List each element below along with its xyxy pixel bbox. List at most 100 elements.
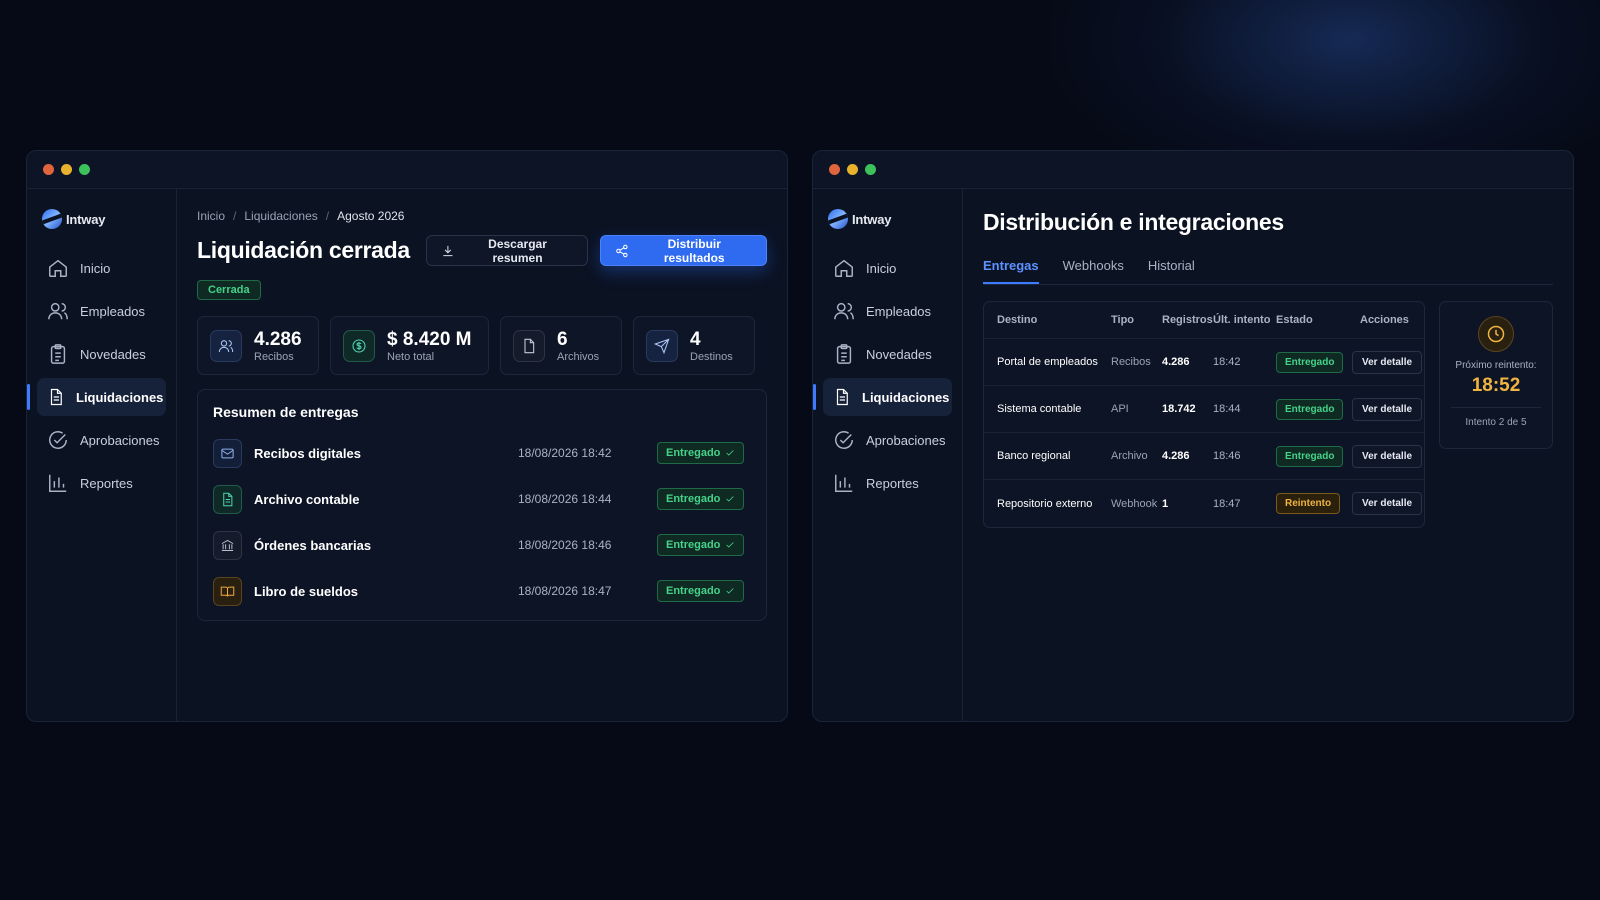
sidebar-item-liquidaciones[interactable]: Liquidaciones [27, 378, 166, 416]
delivery-row[interactable]: Órdenes bancarias 18/08/2026 18:46 Entre… [213, 522, 751, 568]
status-badge: Entregado [657, 488, 745, 510]
status-badge: Entregado [657, 534, 745, 556]
check-circle-icon [835, 431, 853, 449]
users-icon [48, 302, 68, 320]
status-text: Entregado [666, 539, 721, 551]
sidebar-item-reportes[interactable]: Reportes [823, 464, 952, 502]
breadcrumb-separator: / [325, 209, 330, 223]
bank-icon [221, 539, 234, 551]
sidebar-item-label: Inicio [866, 260, 897, 276]
brand-logo[interactable]: Intway [37, 209, 166, 229]
tab-entregas[interactable]: Entregas [983, 258, 1039, 284]
cell-tipo: Archivo [1111, 450, 1148, 462]
stat-destinos: 4 Destinos [633, 316, 755, 375]
tabs: Entregas Webhooks Historial [983, 258, 1553, 285]
retry-attempt: Intento 2 de 5 [1465, 417, 1527, 428]
status-text: Entregado [666, 493, 721, 505]
delivery-row[interactable]: Recibos digitales 18/08/2026 18:42 Entre… [213, 430, 751, 476]
next-retry-card: Próximo reintento: 18:52 Intento 2 de 5 [1439, 301, 1553, 449]
maximize-window-button[interactable] [865, 164, 876, 175]
delivery-name: Órdenes bancarias [254, 537, 372, 553]
sidebar-item-novedades[interactable]: Novedades [823, 335, 952, 373]
sidebar-item-label: Novedades [80, 346, 146, 362]
status-badge: Entregado [1276, 398, 1344, 420]
titlebar [27, 151, 787, 189]
close-window-button[interactable] [43, 164, 54, 175]
file-icon [524, 338, 535, 353]
clock-icon [1487, 325, 1505, 343]
home-icon [835, 259, 853, 277]
titlebar [813, 151, 1573, 189]
cell-registros: 4.286 [1162, 450, 1190, 462]
document-icon [50, 388, 62, 406]
page-title: Liquidación cerrada [197, 237, 410, 263]
brand-name: Intway [66, 211, 106, 227]
sidebar-item-empleados[interactable]: Empleados [823, 292, 952, 330]
sidebar: Intway Inicio Empleados Novedades Liquid… [27, 189, 177, 721]
status-text: Entregado [666, 585, 721, 597]
view-detail-button[interactable]: Ver detalle [1352, 492, 1423, 515]
breadcrumb: Inicio / Liquidaciones / Agosto 2026 [197, 209, 767, 223]
window-liquidacion: Intway Inicio Empleados Novedades Liquid… [26, 150, 788, 722]
sidebar-item-empleados[interactable]: Empleados [37, 292, 166, 330]
tab-webhooks[interactable]: Webhooks [1063, 258, 1124, 284]
sidebar-item-novedades[interactable]: Novedades [37, 335, 166, 373]
delivery-row[interactable]: Libro de sueldos 18/08/2026 18:47 Entreg… [213, 568, 751, 614]
book-icon [220, 586, 235, 597]
breadcrumb-liquidaciones[interactable]: Liquidaciones [244, 209, 317, 223]
breadcrumb-separator: / [233, 209, 237, 223]
table-row: Repositorio externo Webhook 1 18:47 Rein… [984, 480, 1424, 527]
check-icon [726, 542, 735, 548]
users-icon [834, 302, 854, 320]
brand-logo[interactable]: Intway [823, 209, 952, 229]
deliveries-panel: Resumen de entregas Recibos digitales 18… [197, 389, 767, 621]
sidebar: Intway Inicio Empleados Novedades Liquid… [813, 189, 963, 721]
dollar-icon [352, 338, 366, 353]
maximize-window-button[interactable] [79, 164, 90, 175]
close-window-button[interactable] [829, 164, 840, 175]
view-detail-button[interactable]: Ver detalle [1352, 444, 1423, 468]
column-header: Tipo [1111, 314, 1135, 326]
delivery-row[interactable]: Archivo contable 18/08/2026 18:44 Entreg… [213, 476, 751, 522]
cell-intento: 18:47 [1213, 497, 1241, 510]
sidebar-item-inicio[interactable]: Inicio [37, 249, 166, 287]
logo-icon [42, 209, 62, 229]
stat-value: 6 [557, 328, 568, 350]
cell-intento: 18:46 [1213, 450, 1241, 462]
retry-label: Próximo reintento: [1455, 360, 1537, 371]
distribute-results-label: Distribuir resultados [663, 236, 725, 265]
sidebar-item-reportes[interactable]: Reportes [37, 464, 166, 502]
stat-label: Destinos [690, 350, 733, 363]
sidebar-item-label: Novedades [866, 346, 932, 362]
view-detail-button[interactable]: Ver detalle [1352, 350, 1423, 374]
column-header: Últ. intento [1213, 314, 1271, 326]
stat-neto-total: $ 8.420 M Neto total [330, 316, 489, 375]
home-icon [49, 259, 67, 277]
sidebar-item-inicio[interactable]: Inicio [823, 249, 952, 287]
window-distribucion: Intway Inicio Empleados Novedades Liquid… [812, 150, 1574, 722]
breadcrumb-inicio[interactable]: Inicio [197, 209, 225, 223]
sidebar-item-liquidaciones[interactable]: Liquidaciones [813, 378, 952, 416]
brand-name: Intway [852, 211, 892, 227]
view-detail-button[interactable]: Ver detalle [1352, 397, 1423, 421]
cell-registros: 1 [1162, 497, 1169, 510]
tab-historial[interactable]: Historial [1148, 258, 1195, 284]
sidebar-item-aprobaciones[interactable]: Aprobaciones [823, 421, 952, 459]
stats-row: 4.286 Recibos $ 8.420 M Neto total 6 Archiv… [197, 316, 767, 375]
delivery-time: 18/08/2026 18:44 [518, 492, 612, 506]
minimize-window-button[interactable] [61, 164, 72, 175]
bar-chart-icon [49, 474, 67, 492]
download-summary-button[interactable]: Descargar resumen [425, 235, 588, 266]
delivery-time: 18/08/2026 18:42 [518, 446, 612, 460]
status-badge: Reintento [1276, 493, 1341, 514]
stat-label: Neto total [387, 350, 435, 363]
sidebar-item-aprobaciones[interactable]: Aprobaciones [37, 421, 166, 459]
minimize-window-button[interactable] [847, 164, 858, 175]
distribute-results-button[interactable]: Distribuir resultados [599, 235, 767, 266]
table-row: Banco regional Archivo 4.286 18:46 Entre… [984, 433, 1424, 480]
delivery-name: Recibos digitales [254, 445, 361, 461]
sidebar-item-label: Liquidaciones [862, 389, 950, 405]
users-icon [218, 339, 234, 352]
deliveries-table: Destino Tipo Registros Últ. intento Esta… [983, 301, 1425, 528]
table-header: Destino Tipo Registros Últ. intento Esta… [984, 302, 1424, 339]
